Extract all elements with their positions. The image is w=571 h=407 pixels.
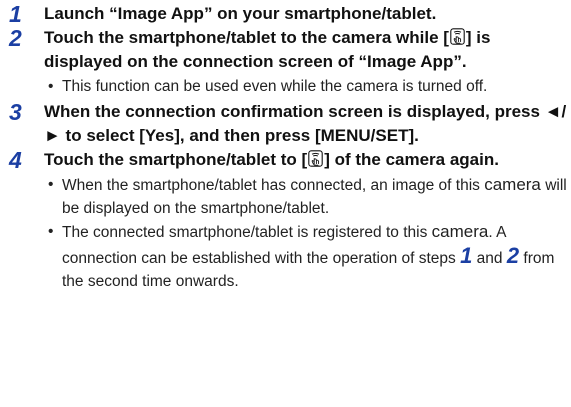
instruction-document: 1 Launch “Image App” on your smartphone/…: [0, 1, 571, 295]
step-text: Touch the smartphone/tablet to the camer…: [44, 26, 571, 74]
list-item: • The connected smartphone/tablet is reg…: [44, 220, 571, 293]
list-item: • When the smartphone/tablet has connect…: [44, 173, 571, 220]
step-reference: 2: [506, 243, 520, 268]
step-text-part: Touch the smartphone/tablet to the camer…: [44, 28, 449, 47]
step-text-part: Touch the smartphone/tablet to [: [44, 150, 308, 169]
step-number: 4: [9, 147, 22, 173]
nfc-touch-icon: [450, 28, 465, 45]
bullet-word: camera: [484, 175, 541, 194]
step-number: 1: [9, 1, 22, 27]
step-text: When the connection confirmation screen …: [44, 102, 567, 145]
bullet-list: • When the smartphone/tablet has connect…: [44, 173, 571, 293]
bullet-text: The connected smartphone/tablet is regis…: [62, 224, 432, 241]
bullet-word: camera: [431, 222, 489, 241]
list-item: • This function can be used even while t…: [44, 75, 571, 98]
bullet-text: This function can be used even while the…: [62, 78, 488, 95]
bullet-dot: •: [48, 223, 54, 240]
step-reference: 1: [460, 243, 473, 268]
step-text: Touch the smartphone/tablet to [ ] of the…: [44, 148, 571, 172]
bullet-text: When the smartphone/tablet has connected…: [62, 177, 485, 194]
step-number: 3: [9, 99, 22, 125]
step-3: 3 When the connection confirmation scree…: [0, 99, 571, 148]
bullet-dot: •: [48, 78, 54, 95]
step-4: 4 Touch the smartphone/tablet to [ ] of t…: [0, 147, 571, 293]
step-1: 1 Launch “Image App” on your smartphone/…: [0, 1, 571, 27]
bullet-dot: •: [48, 176, 54, 193]
step-text-part: ] of the camera again.: [324, 150, 499, 169]
step-text: Launch “Image App” on your smartphone/ta…: [44, 4, 437, 23]
bullet-text: and: [472, 250, 507, 267]
nfc-touch-icon: [308, 150, 323, 167]
step-2: 2 Touch the smartphone/tablet to the cam…: [0, 25, 571, 98]
bullet-list: • This function can be used even while t…: [44, 75, 571, 98]
step-number: 2: [9, 25, 22, 51]
